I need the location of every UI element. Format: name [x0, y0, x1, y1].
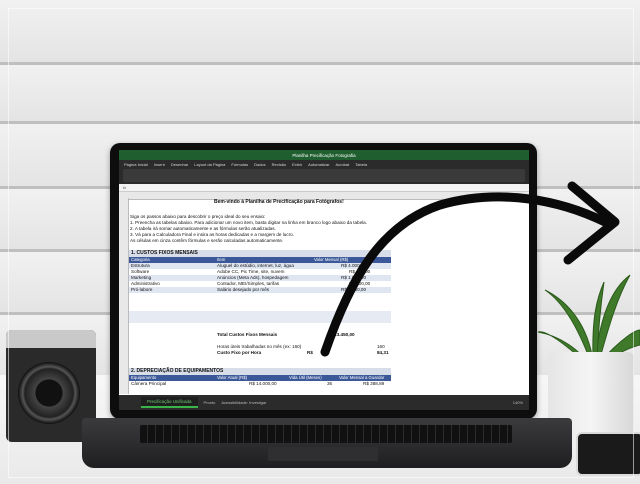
laptop-keyboard	[140, 425, 512, 443]
decorative-arrow	[320, 181, 640, 365]
photo-scene: Planilha Precificação Fotografia Página …	[0, 0, 640, 484]
phone-icon	[576, 432, 640, 476]
laptop-trackpad	[268, 447, 378, 461]
